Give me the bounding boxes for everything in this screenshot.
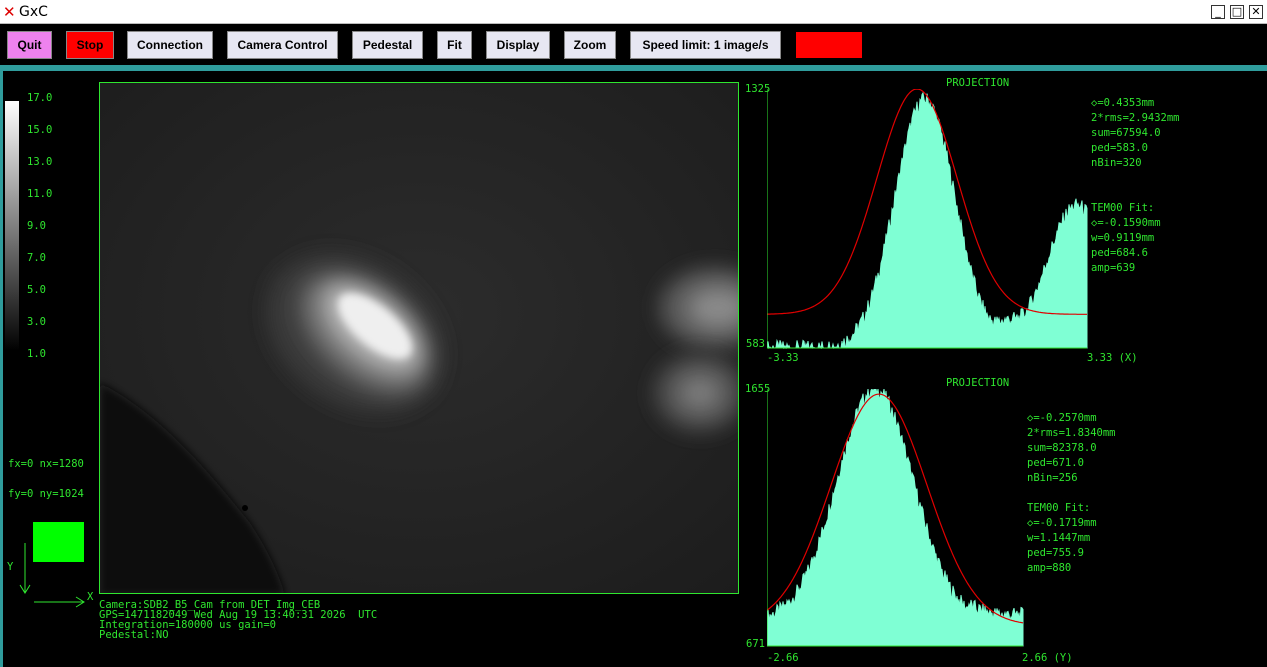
projection-x-title: PROJECTION — [946, 77, 1010, 89]
projection-x-histogram — [767, 91, 1088, 349]
projection-x-fit-stat: ◇=-0.1590mm — [1091, 217, 1161, 229]
scale-label: 17.0 — [27, 92, 53, 104]
projection-x-xmin: -3.33 — [767, 352, 799, 364]
scale-label: 1.0 — [27, 348, 46, 360]
projection-x-fit-stat: ped=684.6 — [1091, 247, 1148, 259]
x11-app-icon: ✕ — [3, 3, 16, 21]
projection-y-fit-stat: amp=880 — [1027, 562, 1072, 574]
fy-ny-readout: fy=0 ny=1024 — [8, 488, 84, 500]
scale-label: 7.0 — [27, 252, 46, 264]
zoom-button[interactable]: Zoom — [564, 31, 616, 59]
projection-x-stat: 2*rms=2.9432mm — [1091, 112, 1180, 124]
projection-y-fit-stat: ◇=-0.1719mm — [1027, 517, 1097, 529]
projection-x-fit-stat: w=0.9119mm — [1091, 232, 1155, 244]
projection-y-fit-stat: w=1.1447mm — [1027, 532, 1091, 544]
projection-y-histogram — [767, 389, 1024, 647]
scale-label: 3.0 — [27, 316, 46, 328]
speed-limit-button[interactable]: Speed limit: 1 image/s — [630, 31, 781, 59]
projection-y-title: PROJECTION — [946, 377, 1010, 389]
projection-x-stat: nBin=320 — [1091, 157, 1142, 169]
projection-y-stat: ◇=-0.2570mm — [1027, 412, 1097, 424]
projection-x-stat: sum=67594.0 — [1091, 127, 1161, 139]
camera-control-button[interactable]: Camera Control — [227, 31, 338, 59]
projection-y-ymax: 1655 — [745, 383, 771, 395]
projection-y-stat: sum=82378.0 — [1027, 442, 1097, 454]
axis-y-label: Y — [7, 561, 14, 573]
pedestal-button[interactable]: Pedestal — [352, 31, 423, 59]
left-border — [0, 71, 3, 667]
projection-x-fit-stat: TEM00 Fit: — [1091, 202, 1155, 214]
fit-button[interactable]: Fit — [437, 31, 472, 59]
beam-image — [100, 83, 738, 593]
display-button[interactable]: Display — [486, 31, 550, 59]
projection-y-stat: 2*rms=1.8340mm — [1027, 427, 1116, 439]
close-button[interactable]: ✕ — [1249, 5, 1263, 19]
scale-label: 9.0 — [27, 220, 46, 232]
camera-image[interactable] — [99, 82, 739, 594]
title-bar: ✕ GxC _ □ ✕ — [0, 0, 1267, 24]
scale-label: 11.0 — [27, 188, 53, 200]
projection-x-fit-stat: amp=639 — [1091, 262, 1136, 274]
maximize-button[interactable]: □ — [1230, 5, 1244, 19]
projection-y-plot — [767, 389, 1024, 647]
projection-y-xmin: -2.66 — [767, 652, 799, 664]
axis-indicator — [19, 543, 85, 608]
projection-x-stat: ◇=0.4353mm — [1091, 97, 1155, 109]
projection-y-xmax: 2.66 (Y) — [1022, 652, 1073, 664]
projection-x-stat: ped=583.0 — [1091, 142, 1148, 154]
stop-button[interactable]: Stop — [66, 31, 114, 59]
projection-x-ymin: 583 — [746, 338, 765, 350]
connection-button[interactable]: Connection — [127, 31, 213, 59]
status-indicator — [796, 32, 862, 58]
fx-nx-readout: fx=0 nx=1280 — [8, 458, 84, 470]
toolbar: Quit Stop Connection Camera Control Pede… — [0, 25, 1267, 65]
projection-y-fit-stat: TEM00 Fit: — [1027, 502, 1091, 514]
scale-label: 15.0 — [27, 124, 53, 136]
toolbar-divider — [0, 65, 1267, 71]
projection-y-ymin: 671 — [746, 638, 765, 650]
projection-x-xmax: 3.33 (X) — [1087, 352, 1138, 364]
quit-button[interactable]: Quit — [7, 31, 52, 59]
projection-y-stat: nBin=256 — [1027, 472, 1078, 484]
scale-label: 5.0 — [27, 284, 46, 296]
projection-x-plot — [767, 89, 1088, 349]
projection-y-fit-stat: ped=755.9 — [1027, 547, 1084, 559]
color-scale-bar — [5, 101, 19, 351]
window-title: GxC — [19, 4, 48, 20]
minimize-button[interactable]: _ — [1211, 5, 1225, 19]
axis-x-label: X — [87, 591, 94, 603]
projection-x-ymax: 1325 — [745, 83, 771, 95]
scale-label: 13.0 — [27, 156, 53, 168]
pedestal-status: Pedestal:NO — [99, 629, 169, 641]
projection-y-stat: ped=671.0 — [1027, 457, 1084, 469]
